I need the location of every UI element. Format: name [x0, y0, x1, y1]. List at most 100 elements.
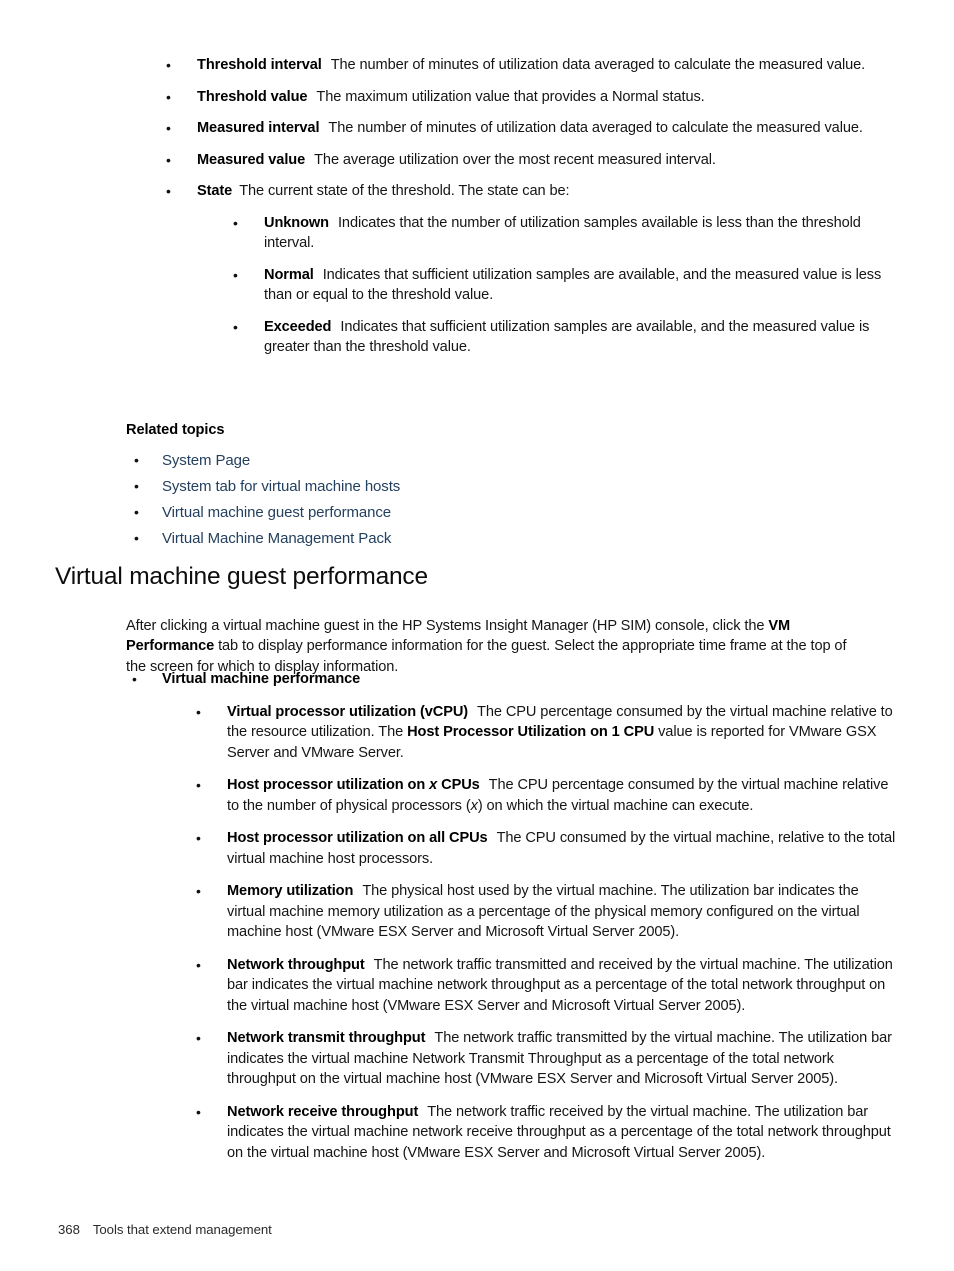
list-item: • Virtual machine guest performance: [134, 502, 734, 524]
list-item-body: Network receive throughput The network tr…: [227, 1102, 898, 1164]
list-item: • Network transmit throughput The network…: [196, 1028, 898, 1090]
bullet-icon: •: [166, 120, 171, 136]
term-label: Memory utilization: [227, 883, 354, 899]
list-item-body: Virtual machine performance: [162, 669, 868, 690]
list-item: • Memory utilization The physical host us…: [196, 881, 898, 943]
bullet-icon: •: [196, 830, 201, 846]
term-description-part2: ) on which the virtual machine can execu…: [477, 797, 754, 814]
list-item-vm-performance: • Virtual machine performance • Virtual …: [132, 669, 895, 1163]
list-item: • Virtual Machine Management Pack: [134, 528, 734, 550]
footer-page-number: 368: [58, 1222, 80, 1237]
list-item: • Exceeded Indicates that sufficient util…: [233, 317, 899, 358]
list-item: • Virtual processor utilization (vCPU) Th…: [196, 702, 898, 764]
term-label: Host processor utilization on x CPUs: [227, 777, 480, 793]
list-item: • Network throughput The network traffic …: [196, 955, 898, 1017]
term-description: The current state of the threshold. The …: [239, 183, 570, 199]
bullet-icon: •: [134, 530, 139, 546]
related-topics-list: • System Page • System tab for virtual m…: [134, 450, 734, 550]
term-label: Measured value: [197, 151, 306, 168]
term-label: Normal: [264, 266, 314, 283]
vm-performance-section: • Virtual machine performance • Virtual …: [0, 669, 954, 1163]
term-description: Indicates that the number of utilization…: [264, 214, 861, 252]
list-item-body: Measured value The average utilization ov…: [197, 150, 868, 171]
list-item-body: Network transmit throughput The network t…: [227, 1028, 898, 1090]
list-item-body: Unknown Indicates that the number of util…: [264, 213, 899, 254]
term-part2: CPUs: [437, 777, 480, 793]
list-item-body: State The current state of the threshold.…: [197, 181, 868, 202]
list-item: • Measured interval The number of minutes…: [166, 118, 868, 139]
bullet-icon: •: [196, 883, 201, 899]
vm-performance-list: • Virtual machine performance • Virtual …: [132, 669, 895, 1163]
list-item-body: Host processor utilization on x CPUs The …: [227, 775, 898, 816]
list-item-body: Normal Indicates that sufficient utilizat…: [264, 265, 899, 306]
list-item: • System Page: [134, 450, 734, 472]
page-footer: 368 Tools that extend management: [58, 1222, 272, 1237]
bullet-icon: •: [196, 1103, 201, 1120]
list-item-body: Threshold value The maximum utilization v…: [197, 87, 868, 108]
term-description: The maximum utilization value that provi…: [316, 88, 705, 105]
term-label: Virtual processor utilization (vCPU): [227, 703, 469, 720]
related-topic-link-vm-guest-performance[interactable]: Virtual machine guest performance: [162, 502, 734, 524]
list-item-body: Threshold interval The number of minutes …: [197, 55, 868, 76]
bullet-icon: •: [196, 956, 201, 973]
intro-text-part1: After clicking a virtual machine guest i…: [126, 617, 769, 634]
list-item-body: Virtual processor utilization (vCPU) The …: [227, 702, 898, 764]
vm-metrics-list: • Virtual processor utilization (vCPU) Th…: [196, 702, 898, 1164]
term-description: Indicates that sufficient utilization sa…: [264, 318, 870, 356]
intro-paragraph: After clicking a virtual machine guest i…: [126, 616, 868, 678]
threshold-definition-section: • Threshold interval The number of minute…: [0, 55, 954, 358]
state-values-list: • Unknown Indicates that the number of ut…: [233, 213, 899, 358]
footer-chapter-title: Tools that extend management: [92, 1222, 272, 1237]
bullet-icon: •: [233, 318, 238, 335]
list-item: • Measured value The average utilization …: [166, 150, 868, 171]
term-label: Unknown: [264, 214, 329, 231]
term-label: Network throughput: [227, 956, 365, 973]
bullet-icon: •: [166, 183, 171, 199]
term-description: The number of minutes of utilization dat…: [330, 57, 866, 73]
term-label: Network transmit throughput: [227, 1030, 426, 1046]
term-label: Virtual machine performance: [162, 671, 361, 687]
page-title: Virtual machine guest performance: [55, 563, 428, 590]
list-item-body: Memory utilization The physical host used…: [227, 881, 898, 943]
list-item: • Normal Indicates that sufficient utiliz…: [233, 265, 899, 306]
term-label: Threshold interval: [197, 57, 322, 73]
term-label: Exceeded: [264, 318, 332, 335]
list-item: • Unknown Indicates that the number of ut…: [233, 213, 899, 254]
term-description: Indicates that sufficient utilization sa…: [264, 266, 882, 304]
related-topic-link-system-tab-vm-hosts[interactable]: System tab for virtual machine hosts: [162, 476, 734, 498]
document-page: • Threshold interval The number of minute…: [0, 0, 954, 1271]
term-label: Threshold value: [197, 88, 308, 105]
bullet-icon: •: [196, 703, 201, 720]
term-part1: Host processor utilization on: [227, 777, 430, 793]
term-description-italic-variable: x: [470, 797, 478, 814]
term-label: State: [197, 183, 233, 199]
list-item-state: • State The current state of the threshol…: [166, 181, 881, 358]
term-description-bold: Host Processor Utilization on 1 CPU: [407, 724, 655, 740]
related-topic-link-vm-management-pack[interactable]: Virtual Machine Management Pack: [162, 528, 734, 550]
bullet-icon: •: [132, 671, 137, 687]
bullet-icon: •: [196, 1030, 201, 1046]
bullet-icon: •: [233, 266, 238, 283]
list-item: • Threshold interval The number of minute…: [166, 55, 868, 76]
term-label: Host processor utilization on all CPUs: [227, 830, 488, 846]
bullet-icon: •: [196, 777, 201, 793]
term-italic-variable: x: [429, 777, 438, 793]
list-item-body: Host processor utilization on all CPUs Th…: [227, 828, 898, 869]
bullet-icon: •: [166, 57, 171, 73]
list-item: • Threshold value The maximum utilization…: [166, 87, 868, 108]
related-topic-link-system-page[interactable]: System Page: [162, 450, 734, 472]
list-item-body: Network throughput The network traffic tr…: [227, 955, 898, 1017]
bullet-icon: •: [134, 478, 139, 494]
related-topics-section: • System Page • System tab for virtual m…: [0, 450, 954, 554]
term-label: Network receive throughput: [227, 1103, 419, 1120]
list-item-body: Exceeded Indicates that sufficient utiliz…: [264, 317, 899, 358]
term-description: The number of minutes of utilization dat…: [328, 120, 863, 136]
term-description: The average utilization over the most re…: [314, 151, 716, 168]
list-item: • System tab for virtual machine hosts: [134, 476, 734, 498]
list-item: • Host processor utilization on x CPUs Th…: [196, 775, 898, 816]
bullet-icon: •: [134, 452, 139, 468]
related-topics-heading: Related topics: [126, 422, 225, 438]
list-item: • Network receive throughput The network …: [196, 1102, 898, 1164]
list-item: • Host processor utilization on all CPUs…: [196, 828, 898, 869]
threshold-list: • Threshold interval The number of minute…: [166, 55, 881, 358]
